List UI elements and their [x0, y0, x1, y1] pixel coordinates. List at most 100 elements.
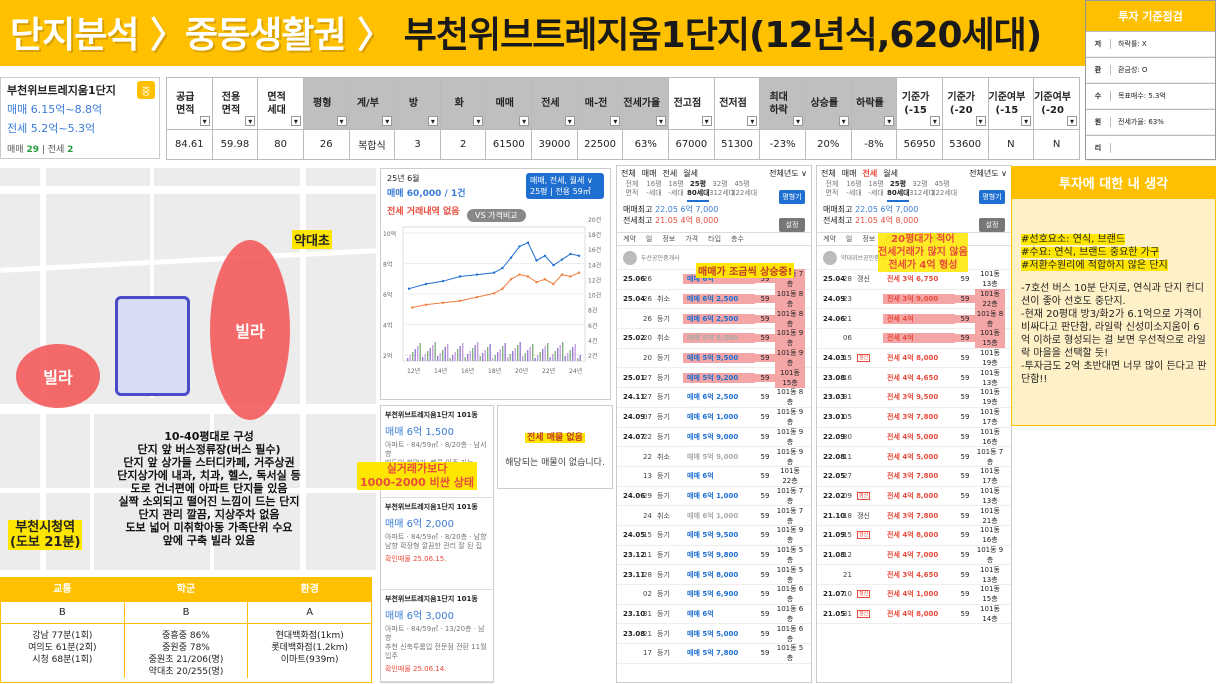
history-row[interactable]: 22.02 09 갱신 전세 4억 8,000 59 101동 13층: [817, 487, 1011, 507]
history-row[interactable]: 22.08 11 전세 4억 5,000 59 101동 7층: [817, 447, 1011, 467]
tab-3[interactable]: 월세: [683, 168, 698, 179]
size-compare-button[interactable]: 평형기: [779, 190, 805, 204]
table-header-cell[interactable]: 기준가 (-15 ▾: [896, 77, 943, 130]
history-row[interactable]: 21.10 18 갱신 전세 3억 7,800 59 101동 21층: [817, 506, 1011, 526]
tab-0[interactable]: 전체: [821, 168, 836, 179]
size-tab[interactable]: 16평 -세대: [843, 180, 865, 202]
history-row[interactable]: 24 취소 매매 6억 1,000 59 101동 7층: [617, 506, 811, 526]
history-row[interactable]: 22 취소 매매 5억 9,000 59 101동 9층: [617, 447, 811, 467]
filter-dropdown-icon[interactable]: ▾: [884, 116, 895, 126]
table-header-cell[interactable]: 평형 ▾: [302, 77, 350, 130]
filter-dropdown-icon[interactable]: ▾: [427, 116, 438, 126]
history-row[interactable]: 24.07 22 등기 매매 5억 9,000 59 101동 9층: [617, 428, 811, 448]
tab-3[interactable]: 월세: [883, 168, 898, 179]
history-row[interactable]: 23.08 21 등기 매매 5억 5,000 59 101동 6층: [617, 624, 811, 645]
history-row[interactable]: 21.09 15 갱신 전세 4억 8,000 59 101동 16층: [817, 526, 1011, 546]
table-header-cell[interactable]: 기준여부 (-15 ▾: [987, 77, 1035, 130]
deal-type-tabs[interactable]: 전체 매매 전세 월세 전체년도 ∨: [617, 166, 811, 180]
tab-1[interactable]: 매매: [642, 168, 657, 179]
history-row[interactable]: 24.11 27 등기 매매 6억 2,500 59 101동 8층: [617, 388, 811, 408]
table-header-cell[interactable]: 전용 면적 ▾: [211, 77, 259, 130]
history-row[interactable]: 23.11 28 등기 매매 5억 8,000 59 101동 5층: [617, 565, 811, 585]
size-tab[interactable]: 32평 312세대: [709, 180, 735, 202]
filter-dropdown-icon[interactable]: ▾: [975, 116, 986, 126]
history-row[interactable]: 23.01 05 전세 3억 7,800 59 101동 17층: [817, 408, 1011, 428]
history-row[interactable]: 23.03 31 전세 3억 9,500 59 101동 19층: [817, 388, 1011, 408]
table-header-cell[interactable]: 공급 면적 ▾: [166, 77, 213, 130]
table-header-cell[interactable]: 전고점 ▾: [668, 77, 715, 130]
history-row[interactable]: 25.01 27 등기 매매 5억 9,200 59 101동 15층: [617, 367, 811, 389]
listing-title[interactable]: 부천위브트레지움1단지 101동: [385, 410, 489, 420]
history-row[interactable]: 02 등기 매매 5억 6,900 59 101동 6층: [617, 585, 811, 605]
deal-type-tabs[interactable]: 전체 매매 전세 월세 전체년도 ∨: [817, 166, 1011, 180]
table-header-cell[interactable]: 화 ▾: [439, 77, 487, 130]
table-header-cell[interactable]: 상승률 ▾: [804, 77, 852, 130]
size-tab[interactable]: 32평 312세대: [909, 180, 935, 202]
size-tab[interactable]: 45평 122세대: [931, 180, 957, 202]
table-header-cell[interactable]: 전세가율 ▾: [622, 77, 670, 130]
table-header-cell[interactable]: 매-전 ▾: [576, 77, 624, 130]
filter-dropdown-icon[interactable]: ▾: [336, 116, 347, 126]
table-header-cell[interactable]: 전세 ▾: [531, 77, 578, 130]
complex-info-card[interactable]: 부천위브트레지움1단지 중 매매 6.15억~8.8억 전세 5.2억~5.3억…: [0, 77, 160, 159]
tab-0[interactable]: 전체: [621, 168, 636, 179]
history-row[interactable]: 21 전세 3억 4,650 59 101동 13층: [817, 565, 1011, 585]
year-filter-dropdown[interactable]: 전체년도 ∨: [969, 168, 1007, 179]
table-header-cell[interactable]: 기준가 (-20 ▾: [941, 77, 989, 130]
tab-2[interactable]: 전세: [662, 168, 677, 179]
settings-button[interactable]: 설정: [979, 218, 1005, 232]
table-header-cell[interactable]: 계/부 ▾: [348, 77, 396, 130]
filter-dropdown-icon[interactable]: ▾: [701, 116, 712, 126]
filter-dropdown-icon[interactable]: ▾: [747, 116, 758, 126]
history-row[interactable]: 24.06 29 등기 매매 6억 1,000 59 101동 7층: [617, 487, 811, 507]
filter-dropdown-icon[interactable]: ▾: [245, 116, 256, 126]
history-row[interactable]: 24.03 15 갱신 전세 4억 8,000 59 101동 19층: [817, 349, 1011, 369]
listing-item[interactable]: 부천위브트레지움1단지 101동 매매 6억 2,000 아파트 · 84/59㎡ …: [381, 498, 493, 590]
size-compare-button[interactable]: 평형기: [979, 190, 1005, 204]
history-row[interactable]: 17 등기 매매 5억 7,800 59 101동 5층: [617, 644, 811, 664]
filter-dropdown-icon[interactable]: ▾: [473, 116, 484, 126]
filter-dropdown-icon[interactable]: ▾: [199, 116, 210, 126]
size-tab[interactable]: 45평 122세대: [731, 180, 757, 202]
listing-list[interactable]: 부천위브트레지움1단지 101동 매매 6억 1,500 아파트 · 84/59㎡ …: [380, 405, 494, 683]
history-row[interactable]: 21.07 10 갱신 전세 4억 1,000 59 101동 15층: [817, 585, 1011, 605]
price-chart[interactable]: 25년 6월 매매 60,000 / 1건 전세 거래내역 없음 매매, 전세,…: [380, 168, 611, 400]
history-row[interactable]: 23.08 16 전세 4억 4,650 59 101동 13층: [817, 368, 1011, 389]
filter-dropdown-icon[interactable]: ▾: [564, 116, 575, 126]
history-row[interactable]: 22.05 27 전세 3억 7,800 59 101동 17층: [817, 467, 1011, 487]
listing-title[interactable]: 부천위브트레지움1단지 101동: [385, 502, 489, 512]
filter-dropdown-icon[interactable]: ▾: [519, 116, 530, 126]
tab-2[interactable]: 전세: [862, 168, 877, 179]
listing-item[interactable]: 부천위브트레지움1단지 101동 매매 6억 3,000 아파트 · 84/59㎡ …: [381, 590, 493, 682]
table-header-cell[interactable]: 최대 하락 ▾: [759, 77, 806, 130]
area-map[interactable]: 빌라 빌라 약대초 10-40평대로 구성 단지 앞 버스정류장(버스 필수) 단지…: [0, 168, 376, 570]
listing-title[interactable]: 부천위브트레지움1단지 101동: [385, 594, 489, 604]
history-row[interactable]: 06 전세 4억 59 101동 15층: [817, 328, 1011, 349]
sale-history-panel[interactable]: 전체 매매 전세 월세 전체년도 ∨ 전체 면적 16평 -세대 18평 -세대 25평 80세…: [616, 165, 812, 683]
filter-dropdown-icon[interactable]: ▾: [610, 116, 621, 126]
size-tab[interactable]: 전체 면적: [821, 180, 843, 202]
table-header-cell[interactable]: 기준여부 (-20 ▾: [1033, 77, 1080, 130]
history-row[interactable]: 25.04 28 갱신 전세 3억 6,750 59 101동 13층: [817, 270, 1011, 290]
history-row[interactable]: 23.12 11 등기 매매 5억 9,800 59 101동 5층: [617, 546, 811, 566]
history-row[interactable]: 24.09 07 등기 매매 6억 1,000 59 101동 9층: [617, 408, 811, 428]
filter-dropdown-icon[interactable]: ▾: [656, 116, 667, 126]
table-header-cell[interactable]: 면적 세대 ▾: [257, 77, 304, 130]
table-header-cell[interactable]: 하락률 ▾: [850, 77, 898, 130]
history-row[interactable]: 22.09 30 전세 4억 5,000 59 101동 16층: [817, 428, 1011, 448]
size-tab[interactable]: 18평 -세대: [665, 180, 687, 202]
history-row[interactable]: 23.10 31 등기 매매 6억 59 101동 6층: [617, 605, 811, 625]
size-tab[interactable]: 16평 -세대: [643, 180, 665, 202]
table-header-cell[interactable]: 방 ▾: [394, 77, 441, 130]
history-row[interactable]: 25.02 20 취소 매매 5억 9,500 59 101동 9층: [617, 328, 811, 349]
history-row[interactable]: 20 등기 매매 5억 9,500 59 101동 9층: [617, 348, 811, 369]
settings-button[interactable]: 설정: [779, 218, 805, 232]
filter-dropdown-icon[interactable]: ▾: [382, 116, 393, 126]
table-header-cell[interactable]: 매매 ▾: [485, 77, 533, 130]
history-row[interactable]: 13 등기 매매 6억 59 101동 22층: [617, 467, 811, 487]
table-header-cell[interactable]: 전저점 ▾: [713, 77, 761, 130]
filter-dropdown-icon[interactable]: ▾: [792, 116, 803, 126]
filter-dropdown-icon[interactable]: ▾: [929, 116, 940, 126]
filter-dropdown-icon[interactable]: ▾: [838, 116, 849, 126]
filter-dropdown-icon[interactable]: ▾: [1021, 116, 1032, 126]
